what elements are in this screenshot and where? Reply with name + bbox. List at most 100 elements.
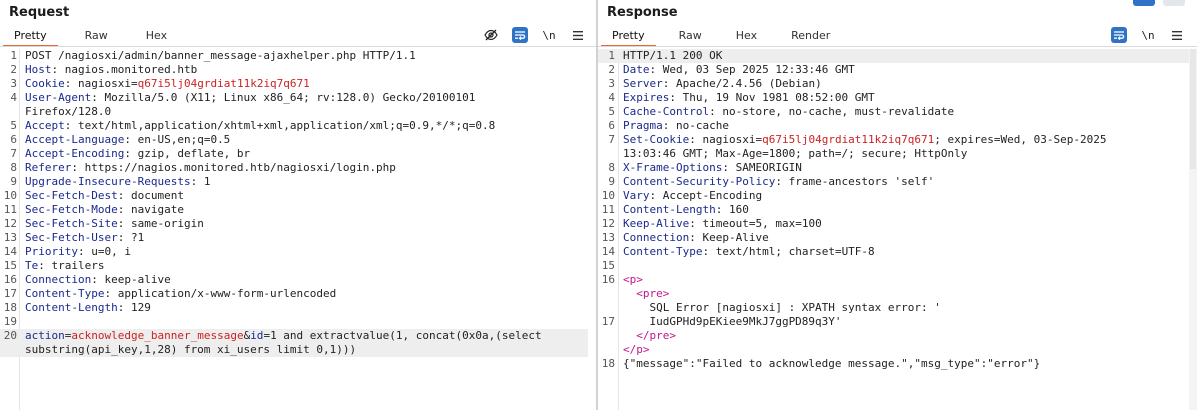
header-colon: : [190, 175, 204, 188]
newline-toggle-icon[interactable]: \n [1140, 27, 1156, 43]
code-line[interactable]: 13 Sec-Fetch-User: ?1 [0, 231, 588, 245]
response-tab-hex[interactable]: Hex [725, 27, 768, 46]
code-line[interactable]: 6 Pragma: no-cache [598, 119, 1189, 133]
header-name: Referer [25, 161, 72, 174]
response-scrollbar[interactable] [1189, 49, 1197, 410]
line-content: POST /nagiosxi/admin/banner_message-ajax… [25, 49, 588, 63]
line-content: <pre> [623, 287, 1189, 301]
line-content: X-Frame-Options: SAMEORIGIN [623, 161, 1189, 175]
code-line[interactable]: 6 Accept-Language: en-US,en;q=0.5 [0, 133, 588, 147]
code-line[interactable]: <pre> [598, 287, 1189, 301]
header-name: Te [25, 259, 39, 272]
layout-stack-button[interactable] [1163, 0, 1185, 6]
code-line[interactable]: </pre> [598, 329, 1189, 343]
line-number: 15 [3, 259, 17, 272]
code-line[interactable]: substring(api_key,1,28) from xi_users li… [0, 343, 588, 357]
code-line[interactable]: 7 Accept-Encoding: gzip, deflate, br [0, 147, 588, 161]
line-number: 17 [3, 287, 17, 300]
line-number: 20 [3, 329, 17, 342]
response-tab-render[interactable]: Render [780, 27, 841, 46]
line-content: Expires: Thu, 19 Nov 1981 08:52:00 GMT [623, 91, 1189, 105]
code-line[interactable]: 11 Content-Length: 160 [598, 203, 1189, 217]
line-number: 8 [10, 161, 17, 174]
code-line[interactable]: 2 Host: nagios.monitored.htb [0, 63, 588, 77]
code-line[interactable]: 14 Priority: u=0, i [0, 245, 588, 259]
line-content: Set-Cookie: nagiosxi=q67i5lj04grdiat11k2… [623, 133, 1189, 147]
header-colon: : [689, 217, 703, 230]
code-line[interactable]: 7 Set-Cookie: nagiosxi=q67i5lj04grdiat11k… [598, 133, 1189, 147]
code-line[interactable]: 3 Cookie: nagiosxi=q67i5lj04grdiat11k2iq7… [0, 77, 588, 91]
code-line[interactable]: 4 User-Agent: Mozilla/5.0 (X11; Linux x86… [0, 91, 588, 105]
line-content: Cookie: nagiosxi=q67i5lj04grdiat11k2iq7q… [25, 77, 588, 91]
html-tag: </pre> [623, 329, 676, 342]
header-colon: : [117, 203, 131, 216]
response-editor[interactable]: 1 HTTP/1.1 200 OK 2 Date: Wed, 03 Sep 2025 … [598, 49, 1189, 410]
code-line[interactable]: 5 Accept: text/html,application/xhtml+xml… [0, 119, 588, 133]
code-line[interactable]: 8 X-Frame-Options: SAMEORIGIN [598, 161, 1189, 175]
code-line[interactable]: 15 Te: trailers [0, 259, 588, 273]
code-line[interactable]: 20 action=acknowledge_banner_message&id=1… [0, 329, 588, 343]
code-line[interactable]: </p> [598, 343, 1189, 357]
code-line[interactable]: 4 Expires: Thu, 19 Nov 1981 08:52:00 GMT [598, 91, 1189, 105]
header-value: frame-ancestors 'self' [788, 175, 935, 188]
code-line[interactable]: 14 Content-Type: text/html; charset=UTF-8 [598, 245, 1189, 259]
line-number: 15 [601, 259, 615, 272]
wrap-lines-icon[interactable] [1111, 27, 1127, 43]
code-line[interactable]: 18 {"message":"Failed to acknowledge mess… [598, 357, 1189, 371]
menu-icon[interactable] [1169, 27, 1185, 43]
header-name: Vary [623, 189, 650, 202]
code-line[interactable]: 2 Date: Wed, 03 Sep 2025 12:33:46 GMT [598, 63, 1189, 77]
header-colon: : [702, 245, 716, 258]
code-line[interactable]: 1 POST /nagiosxi/admin/banner_message-aja… [0, 49, 588, 63]
line-number: 1 [608, 49, 615, 62]
code-line[interactable]: Firefox/128.0 [0, 105, 588, 119]
request-tab-hex[interactable]: Hex [135, 27, 178, 46]
header-colon: : [775, 175, 789, 188]
header-value: ?1 [130, 231, 145, 244]
response-tab-raw[interactable]: Raw [668, 27, 713, 46]
code-line[interactable]: 12 Keep-Alive: timeout=5, max=100 [598, 217, 1189, 231]
header-colon: : [117, 189, 131, 202]
layout-split-button[interactable] [1133, 0, 1155, 6]
header-value: same-origin [130, 217, 204, 230]
header-name: Accept-Language [25, 133, 125, 146]
code-line[interactable]: 1 HTTP/1.1 200 OK [598, 49, 1189, 63]
code-line[interactable]: 18 Content-Length: 129 [0, 301, 588, 315]
line-content: Server: Apache/2.4.56 (Debian) [623, 77, 1189, 91]
line-number: 13 [601, 231, 615, 244]
eye-slash-icon[interactable] [483, 27, 499, 43]
line-number: 4 [608, 91, 615, 104]
newline-toggle-icon[interactable]: \n [541, 27, 557, 43]
code-line[interactable]: 8 Referer: https://nagios.monitored.htb/n… [0, 161, 588, 175]
code-line[interactable]: 12 Sec-Fetch-Site: same-origin [0, 217, 588, 231]
code-line[interactable]: 9 Content-Security-Policy: frame-ancestor… [598, 175, 1189, 189]
code-line[interactable]: 10 Sec-Fetch-Dest: document [0, 189, 588, 203]
header-value: Mozilla/5.0 (X11; Linux x86_64; rv:128.0… [104, 91, 476, 104]
code-line[interactable]: 9 Upgrade-Insecure-Requests: 1 [0, 175, 588, 189]
line-number: 6 [608, 119, 615, 132]
header-name: Accept-Encoding [25, 147, 125, 160]
wrap-lines-icon[interactable] [512, 27, 528, 43]
code-line[interactable]: 17 Content-Type: application/x-www-form-u… [0, 287, 588, 301]
code-line[interactable]: 5 Cache-Control: no-store, no-cache, must… [598, 105, 1189, 119]
header-name: Sec-Fetch-Mode [25, 203, 118, 216]
code-line[interactable]: 17 IudGPHd9pEKiee9MkJ7ggPD89q3Y' [598, 315, 1189, 329]
code-line[interactable]: 13:03:46 GMT; Max-Age=1800; path=/; secu… [598, 147, 1189, 161]
code-line[interactable]: 3 Server: Apache/2.4.56 (Debian) [598, 77, 1189, 91]
code-line[interactable]: 15 [598, 259, 1189, 273]
scroll-thumb[interactable] [1190, 49, 1196, 169]
request-tab-raw[interactable]: Raw [74, 27, 119, 46]
request-editor[interactable]: 1 POST /nagiosxi/admin/banner_message-aja… [0, 49, 588, 410]
code-line[interactable]: 13 Connection: Keep-Alive [598, 231, 1189, 245]
code-line[interactable]: 16 <p> [598, 273, 1189, 287]
response-tab-pretty[interactable]: Pretty [601, 27, 656, 47]
request-tab-pretty[interactable]: Pretty [3, 27, 58, 47]
code-line[interactable]: 19 [0, 315, 588, 329]
code-line[interactable]: 11 Sec-Fetch-Mode: navigate [0, 203, 588, 217]
code-line[interactable]: 10 Vary: Accept-Encoding [598, 189, 1189, 203]
header-colon: : [91, 273, 105, 286]
line-content: Sec-Fetch-Dest: document [25, 189, 588, 203]
code-line[interactable]: SQL Error [nagiosxi] : XPATH syntax erro… [598, 301, 1189, 315]
code-line[interactable]: 16 Connection: keep-alive [0, 273, 588, 287]
menu-icon[interactable] [570, 27, 586, 43]
